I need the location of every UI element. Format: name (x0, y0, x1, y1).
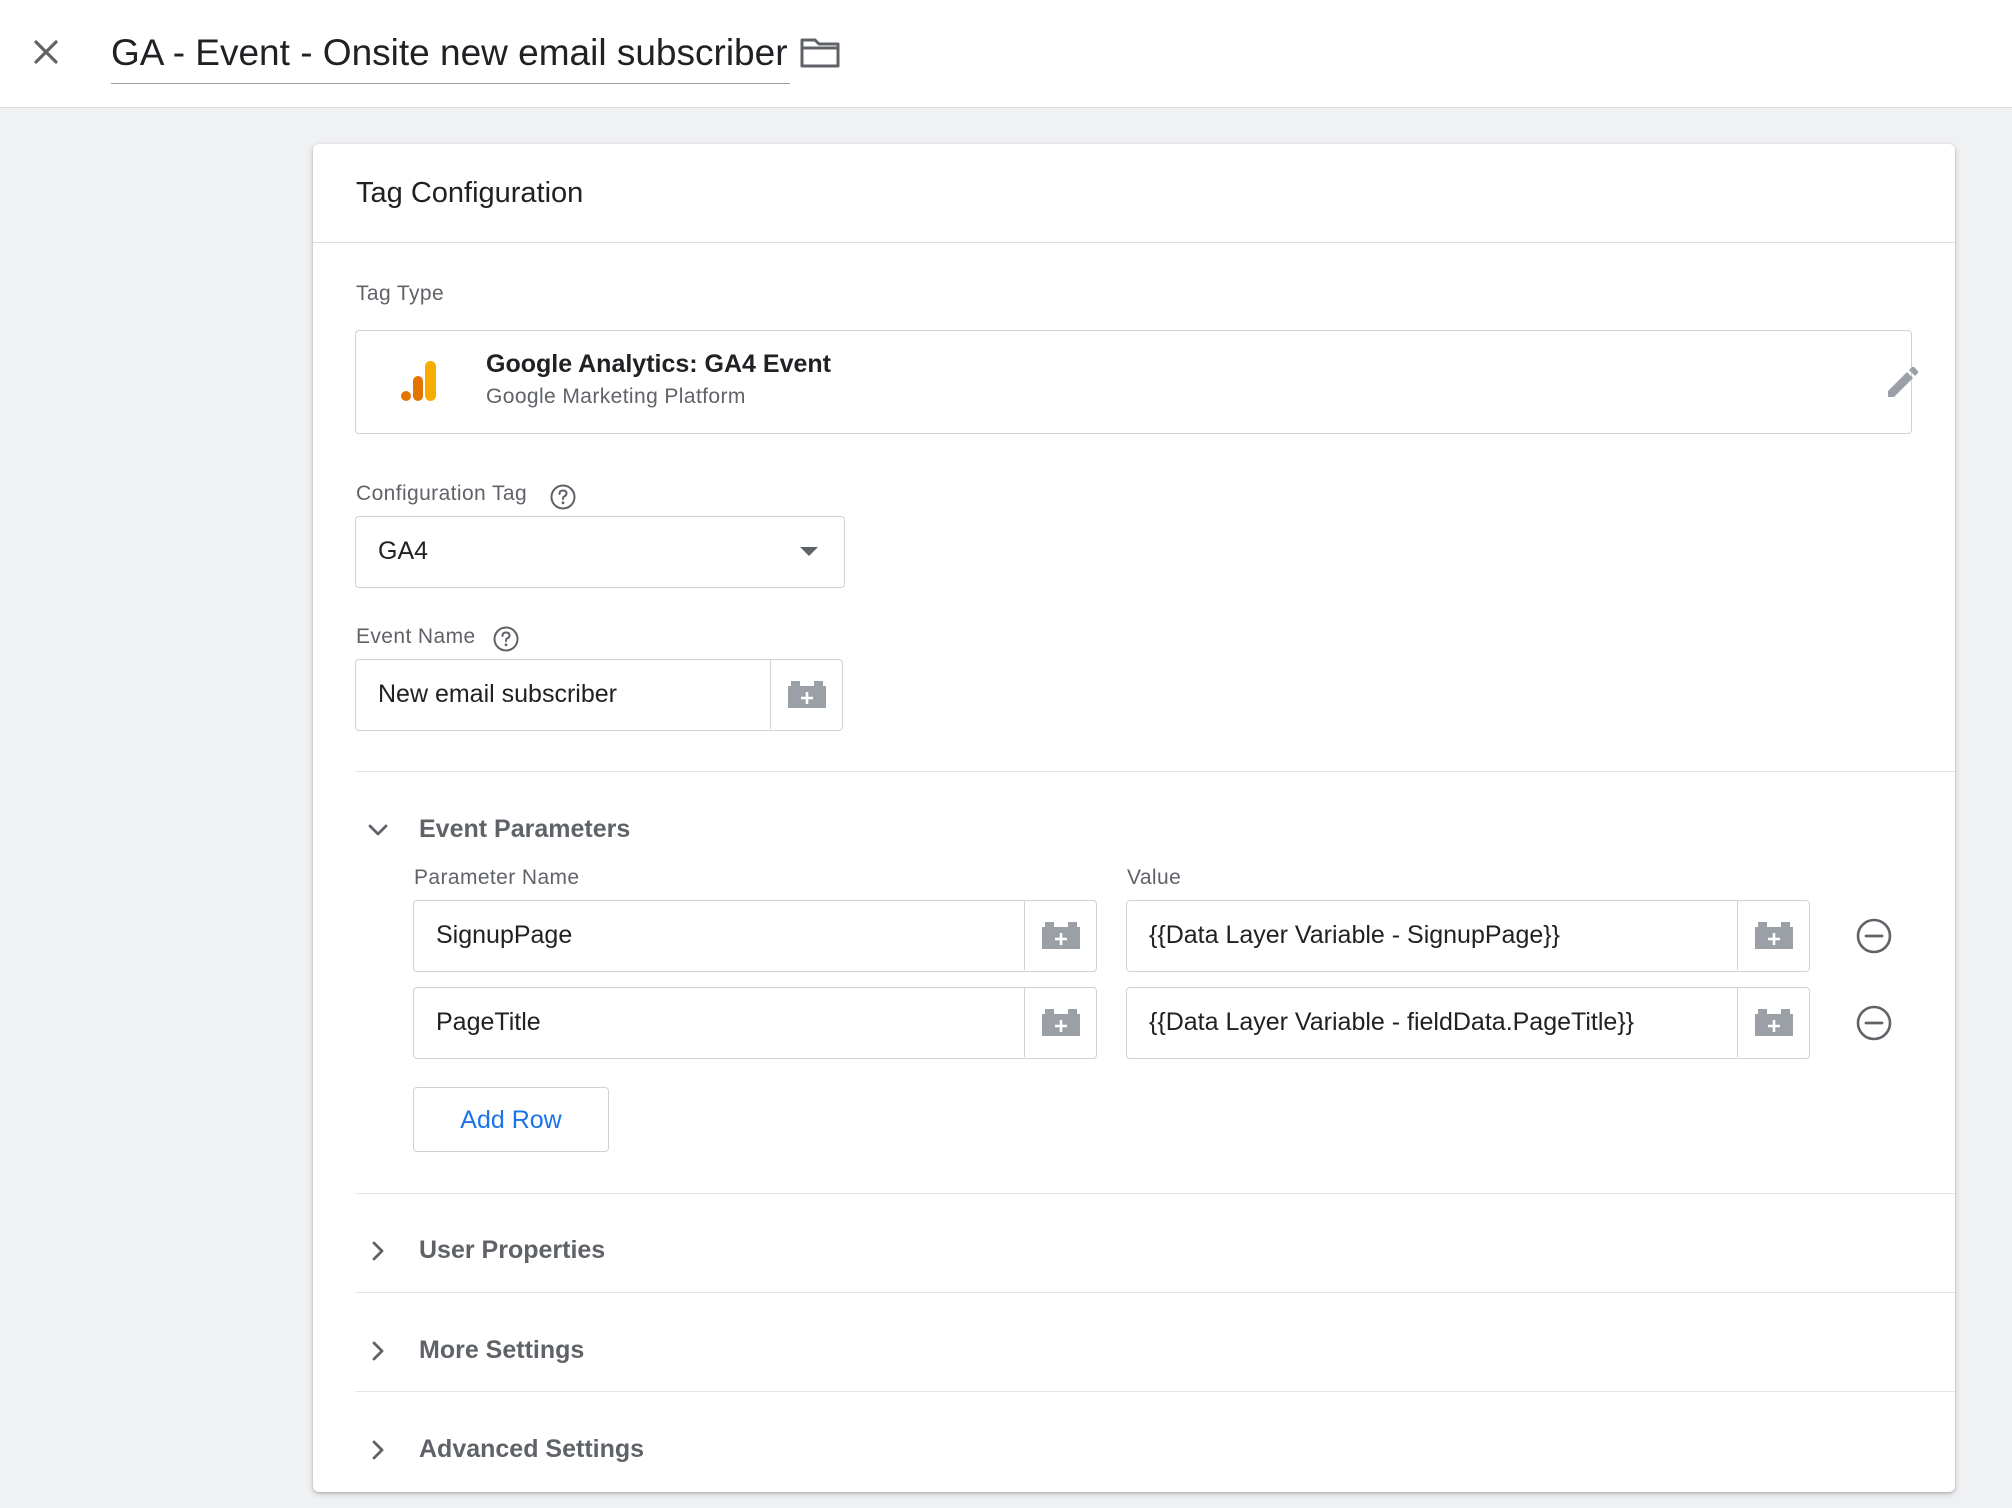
editor-top-bar: GA - Event - Onsite new email subscriber (0, 0, 2012, 108)
card-header: Tag Configuration (313, 144, 1955, 243)
add-variable-icon (1755, 1009, 1793, 1036)
tag-type-platform: Google Marketing Platform (486, 385, 746, 408)
tag-type-name: Google Analytics: GA4 Event (486, 350, 831, 378)
variable-picker-button[interactable] (1024, 988, 1096, 1057)
section-divider (355, 771, 1955, 772)
close-icon (34, 40, 58, 64)
chevron-right-icon (372, 1440, 384, 1460)
parameter-name-field[interactable]: SignupPage (413, 900, 1097, 972)
event-name-value: New email subscriber (378, 680, 617, 708)
section-divider (355, 1391, 1955, 1392)
more-settings-label: More Settings (419, 1336, 585, 1364)
configuration-tag-value: GA4 (378, 537, 429, 565)
pencil-icon[interactable] (1882, 365, 1920, 403)
variable-picker-button[interactable] (770, 660, 842, 729)
parameter-value-field[interactable]: {{Data Layer Variable - fieldData.PageTi… (1126, 987, 1810, 1059)
add-variable-icon (1755, 922, 1793, 949)
add-variable-icon (788, 681, 826, 708)
event-parameters-toggle[interactable]: Event Parameters (355, 801, 1915, 861)
chevron-down-icon (368, 824, 388, 836)
folder-icon (800, 38, 840, 68)
google-analytics-icon (401, 361, 436, 401)
configuration-tag-label: Configuration Tag (356, 482, 528, 505)
remove-row-icon[interactable] (1854, 916, 1894, 956)
variable-picker-button[interactable] (1024, 901, 1096, 970)
tag-name-input[interactable]: GA - Event - Onsite new email subscriber (111, 28, 790, 84)
tag-type-label: Tag Type (356, 282, 445, 305)
variable-picker-button[interactable] (1737, 988, 1809, 1057)
event-name-field[interactable]: New email subscriber (355, 659, 843, 731)
close-button[interactable] (22, 28, 70, 76)
parameter-value-value: {{Data Layer Variable - SignupPage}} (1149, 921, 1560, 949)
folder-button[interactable] (796, 28, 844, 76)
tag-type-selector[interactable]: Google Analytics: GA4 Event Google Marke… (355, 330, 1919, 434)
user-properties-toggle[interactable]: User Properties (355, 1222, 1915, 1282)
add-row-button[interactable]: Add Row (413, 1087, 609, 1152)
parameter-name-column-header: Parameter Name (414, 866, 580, 889)
add-variable-icon (1042, 922, 1080, 949)
section-divider (355, 1292, 1955, 1293)
help-icon[interactable] (492, 625, 520, 653)
parameter-name-field[interactable]: PageTitle (413, 987, 1097, 1059)
more-settings-toggle[interactable]: More Settings (355, 1322, 1915, 1382)
section-divider (355, 1193, 1955, 1194)
advanced-settings-toggle[interactable]: Advanced Settings (355, 1421, 1915, 1481)
variable-picker-button[interactable] (1737, 901, 1809, 970)
parameter-name-value: PageTitle (436, 1008, 541, 1036)
user-properties-label: User Properties (419, 1236, 606, 1264)
parameter-name-value: SignupPage (436, 921, 573, 949)
event-parameters-label: Event Parameters (419, 815, 631, 843)
parameter-value-field[interactable]: {{Data Layer Variable - SignupPage}} (1126, 900, 1810, 972)
remove-row-icon[interactable] (1854, 1003, 1894, 1043)
parameter-value-value: {{Data Layer Variable - fieldData.PageTi… (1149, 1008, 1635, 1036)
card-title: Tag Configuration (356, 177, 584, 209)
help-icon[interactable] (549, 483, 577, 511)
chevron-right-icon (372, 1241, 384, 1261)
advanced-settings-label: Advanced Settings (419, 1435, 645, 1463)
configuration-tag-select[interactable]: GA4 (355, 516, 845, 588)
chevron-right-icon (372, 1341, 384, 1361)
dropdown-caret-icon (800, 547, 818, 556)
add-variable-icon (1042, 1009, 1080, 1036)
event-name-label: Event Name (356, 625, 476, 648)
tag-configuration-card: Tag Configuration Tag Type Google Analyt… (313, 144, 1955, 1492)
value-column-header: Value (1127, 866, 1182, 889)
